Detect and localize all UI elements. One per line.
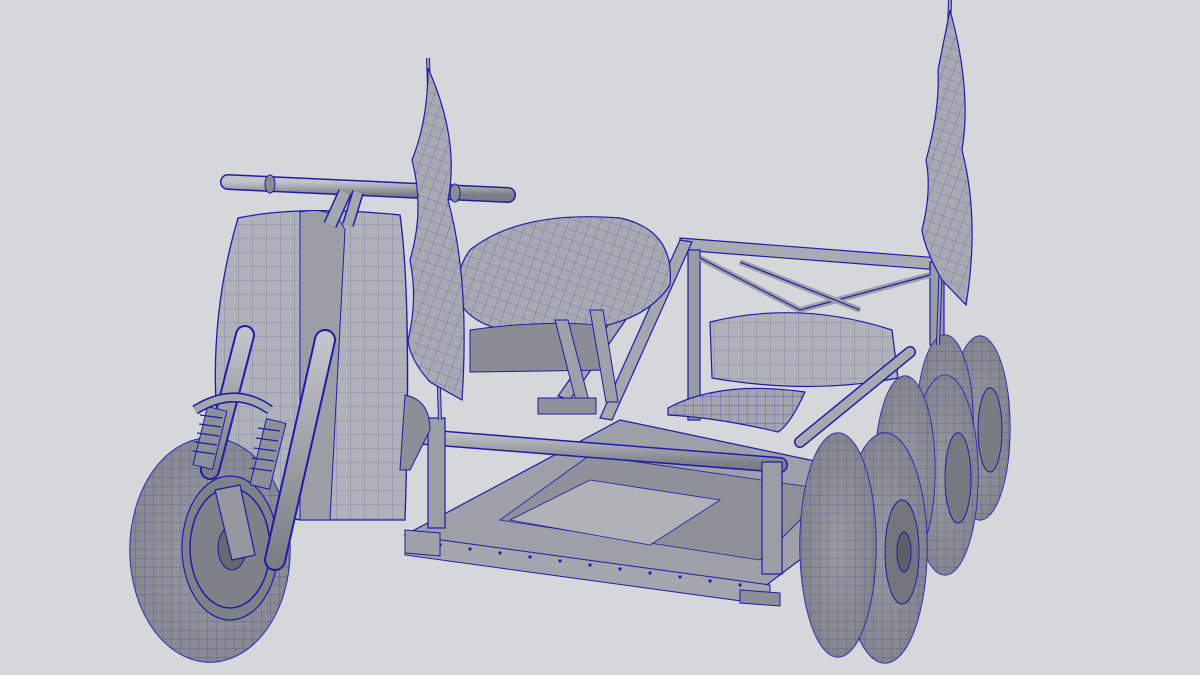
rear-wheel-front-2 [799, 432, 877, 658]
flag-left [407, 57, 465, 421]
pillow-back [709, 312, 899, 388]
3d-viewport[interactable] [0, 0, 1200, 675]
model-render [129, 0, 1011, 664]
